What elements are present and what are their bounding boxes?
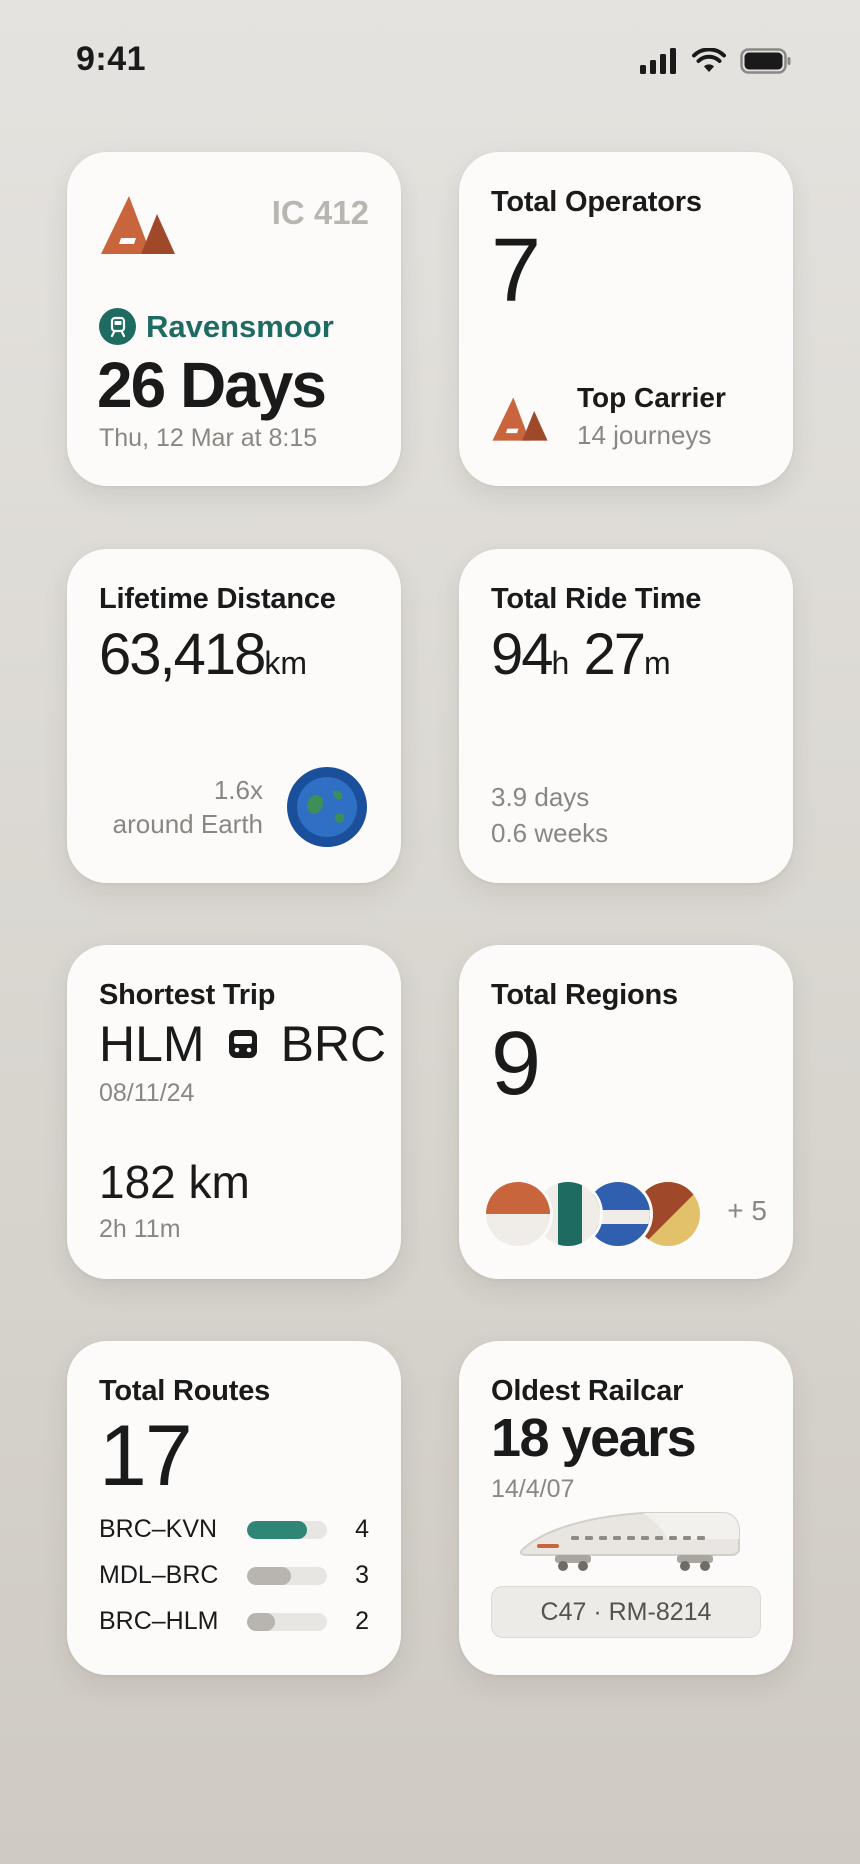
- trip-duration: 2h 11m: [99, 1215, 181, 1243]
- ride-time-title: Total Ride Time: [491, 583, 702, 615]
- regions-card[interactable]: Total Regions 9 + 5: [459, 945, 793, 1279]
- earth-multiple: 1.6x: [213, 775, 263, 805]
- train-icon: [228, 1030, 257, 1058]
- trip-to: BRC: [280, 1016, 387, 1072]
- distance-title: Lifetime Distance: [99, 583, 336, 615]
- route-bar-fill: [247, 1612, 275, 1631]
- operators-count: 7: [491, 221, 541, 321]
- regions-title: Total Regions: [491, 979, 678, 1011]
- signal-icon: [640, 48, 676, 74]
- shortest-trip-card[interactable]: Shortest Trip HLM BRC 08/11/24 182 km 2h…: [67, 945, 401, 1279]
- route-count: 4: [355, 1515, 369, 1543]
- trip-date: 08/11/24: [99, 1079, 195, 1107]
- trip-distance: 182 km: [99, 1156, 250, 1208]
- shortest-trip-title: Shortest Trip: [99, 979, 276, 1011]
- status-bar: 9:41: [0, 0, 860, 130]
- railcar-card[interactable]: Oldest Railcar 18 years 14/4/07 C47 · RM…: [459, 1341, 793, 1675]
- wifi-icon: [692, 48, 726, 72]
- ride-time-value-row: 94h 27m: [491, 621, 671, 688]
- ride-minutes-unit: m: [643, 645, 671, 681]
- route-bar-fill: [247, 1520, 307, 1539]
- train-badge-icon: [99, 308, 136, 345]
- route-count: 3: [355, 1561, 369, 1589]
- next-trip-card[interactable]: IC 412 Ravensmoor 26 Days Thu, 12 Mar at…: [67, 152, 401, 486]
- route-bar-track: [247, 1520, 327, 1539]
- distance-unit: km: [264, 645, 308, 681]
- countdown-days: 26 Days: [97, 349, 327, 421]
- ride-hours-unit: h: [551, 645, 570, 681]
- ride-weeks: 0.6 weeks: [491, 818, 609, 848]
- destination-row: Ravensmoor: [99, 308, 334, 345]
- regions-count: 9: [491, 1014, 541, 1114]
- top-carrier-label: Top Carrier: [577, 382, 726, 413]
- carrier-logo-icon: [101, 196, 175, 254]
- railcar-date: 14/4/07: [491, 1475, 575, 1503]
- route-name: BRC–KVN: [99, 1515, 218, 1543]
- ride-time-conversions: 3.9 days 0.6 weeks: [491, 779, 608, 851]
- ride-hours: 94: [491, 622, 553, 687]
- ride-time-card[interactable]: Total Ride Time 94h 27m 3.9 days 0.6 wee…: [459, 549, 793, 883]
- status-time: 9:41: [76, 40, 147, 78]
- routes-title: Total Routes: [99, 1375, 271, 1407]
- trip-from: HLM: [99, 1016, 205, 1072]
- route-name: BRC–HLM: [99, 1607, 219, 1635]
- departure-time: Thu, 12 Mar at 8:15: [99, 424, 318, 452]
- train-number: IC 412: [271, 194, 369, 231]
- routes-count: 17: [99, 1408, 193, 1504]
- distance-card[interactable]: Lifetime Distance 63,418km 1.6x around E…: [67, 549, 401, 883]
- status-icons: [640, 48, 792, 74]
- route-row[interactable]: MDL–BRC 3: [99, 1561, 369, 1590]
- route-row[interactable]: BRC–KVN 4: [99, 1515, 369, 1544]
- route-row[interactable]: BRC–HLM 2: [99, 1607, 369, 1636]
- destination-name: Ravensmoor: [146, 308, 334, 344]
- regions-more: + 5: [727, 1195, 767, 1226]
- battery-icon: [740, 48, 791, 74]
- route-bar-track: [247, 1566, 327, 1585]
- distance-value-row: 63,418km: [99, 621, 307, 688]
- top-carrier-logo-icon: [492, 397, 548, 441]
- earth-caption: around Earth: [112, 809, 263, 839]
- route-name: MDL–BRC: [99, 1561, 219, 1589]
- region-flag-orange: [483, 1179, 553, 1249]
- railcar-title: Oldest Railcar: [491, 1375, 684, 1407]
- railcar-id: C47 · RM-8214: [491, 1586, 761, 1638]
- trip-route: HLM BRC: [99, 1015, 386, 1073]
- ride-minutes: 27: [583, 622, 645, 687]
- earth-comparison: 1.6x around Earth: [113, 773, 263, 841]
- route-bar-track: [247, 1612, 327, 1631]
- region-flags: [483, 1179, 703, 1249]
- routes-card[interactable]: Total Routes 17 BRC–KVN 4 MDL–BRC 3 BRC–…: [67, 1341, 401, 1675]
- ride-days: 3.9 days: [491, 782, 590, 812]
- operators-title: Total Operators: [491, 186, 702, 218]
- route-bar-fill: [247, 1566, 291, 1585]
- route-count: 2: [355, 1607, 369, 1635]
- top-carrier-journeys: 14 journeys: [577, 420, 712, 450]
- distance-value: 63,418: [99, 622, 266, 687]
- operators-card[interactable]: Total Operators 7 Top Carrier 14 journey…: [459, 152, 793, 486]
- railcar-age: 18 years: [491, 1408, 697, 1468]
- earth-globe-icon: [287, 767, 367, 847]
- railcar-icon: [519, 1512, 740, 1571]
